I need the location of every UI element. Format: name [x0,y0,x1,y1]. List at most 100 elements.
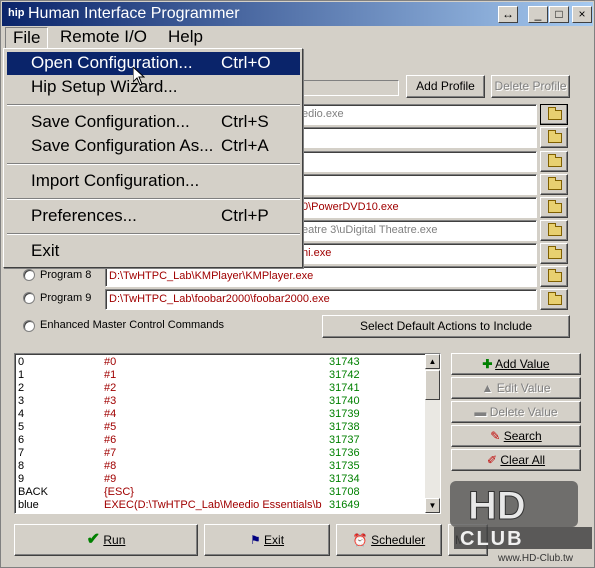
list-item-key: 2 [18,382,25,394]
search-button[interactable]: ✎ Search [451,425,581,447]
list-item-action: #8 [104,460,117,472]
clear-all-button[interactable]: ✐ Clear All [451,449,581,471]
list-item-code: 31735 [329,460,360,472]
edit-value-button[interactable]: ▲ Edit Value [451,377,581,399]
resize-icon[interactable]: ↔ [498,6,518,23]
list-item[interactable]: 6 #6 31737 [18,434,418,447]
alarm-clock-icon: ⏰ [352,533,368,547]
program-8-radio[interactable] [23,269,35,281]
browse-button-5[interactable] [540,197,568,218]
menu-item-open-configuration[interactable]: Open Configuration... Ctrl+O [7,52,300,75]
list-item[interactable]: BACK {ESC} 31708 [18,486,418,499]
list-item-code: 31738 [329,421,360,433]
list-item-action: #3 [104,395,117,407]
profile-field[interactable] [301,80,399,96]
delete-profile-button[interactable]: Delete Profile [491,75,570,98]
file-menu-dropdown: Open Configuration... Ctrl+O Hip Setup Wi… [3,48,303,268]
list-item[interactable]: 1 #1 31742 [18,369,418,382]
list-item-code: 31741 [329,382,360,394]
list-scrollbar[interactable]: ▲ ▼ [425,354,440,513]
list-item[interactable]: 2 #2 31741 [18,382,418,395]
list-item[interactable]: blue EXEC(D:\TwHTPC_Lab\Meedio Essentials… [18,499,418,512]
run-button[interactable]: ✔ Run [14,524,198,556]
list-item[interactable]: 4 #4 31739 [18,408,418,421]
list-item[interactable]: 7 #7 31736 [18,447,418,460]
list-item-action: #7 [104,447,117,459]
plus-icon: ✚ [482,357,493,371]
select-default-actions-button[interactable]: Select Default Actions to Include [322,315,570,338]
list-item-key: 0 [18,356,25,368]
menu-help[interactable]: Help [161,27,210,49]
add-value-button[interactable]: ✚ Add Value [451,353,581,375]
menu-remote-io[interactable]: Remote I/O [53,27,154,49]
list-item-code: 31739 [329,408,360,420]
minimize-button[interactable]: _ [528,6,548,23]
list-item-key: 6 [18,434,25,446]
list-item[interactable]: 9 #9 31734 [18,473,418,486]
menu-item-exit[interactable]: Exit [7,240,300,263]
folder-icon [548,200,562,213]
menu-item-import-configuration[interactable]: Import Configuration... [7,170,300,193]
browse-button-8[interactable] [540,266,568,287]
folder-icon [548,223,562,236]
scroll-down-icon[interactable]: ▼ [425,498,440,513]
browse-button-1[interactable] [540,104,568,125]
browse-button-6[interactable] [540,220,568,241]
title-bar[interactable]: hip Human Interface Programmer ↔ _ □ × [2,2,593,26]
key-list[interactable]: 0 #0 31743 1 #1 31742 2 #2 31741 3 #3 31740 4 #4 31739… [14,353,441,514]
menu-separator [7,163,300,165]
menu-file[interactable]: File [5,27,49,49]
list-item[interactable]: 0 #0 31743 [18,356,418,369]
list-item-key: 1 [18,369,25,381]
list-item-action: #5 [104,421,117,433]
list-item[interactable]: 8 #8 31735 [18,460,418,473]
window-title: Human Interface Programmer [28,5,240,22]
maximize-button[interactable]: □ [549,6,569,23]
scroll-up-icon[interactable]: ▲ [425,354,440,369]
program-field-9[interactable]: D:\TwHTPC_Lab\foobar2000\foobar2000.exe [105,289,537,310]
main-window: hip Human Interface Programmer ↔ _ □ × F… [0,0,595,568]
list-item-action: #1 [104,369,117,381]
enhanced-radio[interactable] [23,320,35,332]
watermark-url: www.HD-Club.tw [497,553,574,564]
list-item-code: 31649 [329,499,360,511]
list-item-key: 7 [18,447,25,459]
program-9-radio[interactable] [23,292,35,304]
scroll-thumb[interactable] [425,370,440,400]
list-item-action: #9 [104,473,117,485]
svg-text:HD: HD [468,484,526,528]
list-item-key: blue [18,499,39,511]
list-item-action: #4 [104,408,117,420]
list-item-code: 31743 [329,356,360,368]
menu-item-save-configuration[interactable]: Save Configuration... Ctrl+S [7,111,300,134]
close-button[interactable]: × [572,6,592,23]
menu-separator [7,104,300,106]
enhanced-label: Enhanced Master Control Commands [40,319,225,331]
menu-item-preferences[interactable]: Preferences... Ctrl+P [7,205,300,228]
delete-value-button[interactable]: ▬ Delete Value [451,401,581,423]
list-item-key: 5 [18,421,25,433]
search-icon: ✎ [490,429,501,443]
list-item-code: 31740 [329,395,360,407]
folder-icon [548,292,562,305]
list-item-action: #0 [104,356,117,368]
folder-icon [548,246,562,259]
browse-button-4[interactable] [540,174,568,195]
program-field-8[interactable]: D:\TwHTPC_Lab\KMPlayer\KMPlayer.exe [105,266,537,287]
list-item-key: 8 [18,460,25,472]
scheduler-button[interactable]: ⏰ Scheduler [336,524,442,556]
browse-button-7[interactable] [540,243,568,264]
menu-item-hip-setup-wizard[interactable]: Hip Setup Wizard... [7,76,300,99]
list-item-action: #6 [104,434,117,446]
browse-button-3[interactable] [540,151,568,172]
exit-button[interactable]: ⚑ Exit [204,524,330,556]
browse-button-2[interactable] [540,127,568,148]
app-icon: hip [8,7,25,19]
browse-button-9[interactable] [540,289,568,310]
triangle-icon: ▲ [481,381,494,395]
list-item[interactable]: 3 #3 31740 [18,395,418,408]
menu-item-save-configuration-as[interactable]: Save Configuration As... Ctrl+A [7,135,300,158]
list-item[interactable]: 5 #5 31738 [18,421,418,434]
add-profile-button[interactable]: Add Profile [406,75,485,98]
folder-icon [548,154,562,167]
